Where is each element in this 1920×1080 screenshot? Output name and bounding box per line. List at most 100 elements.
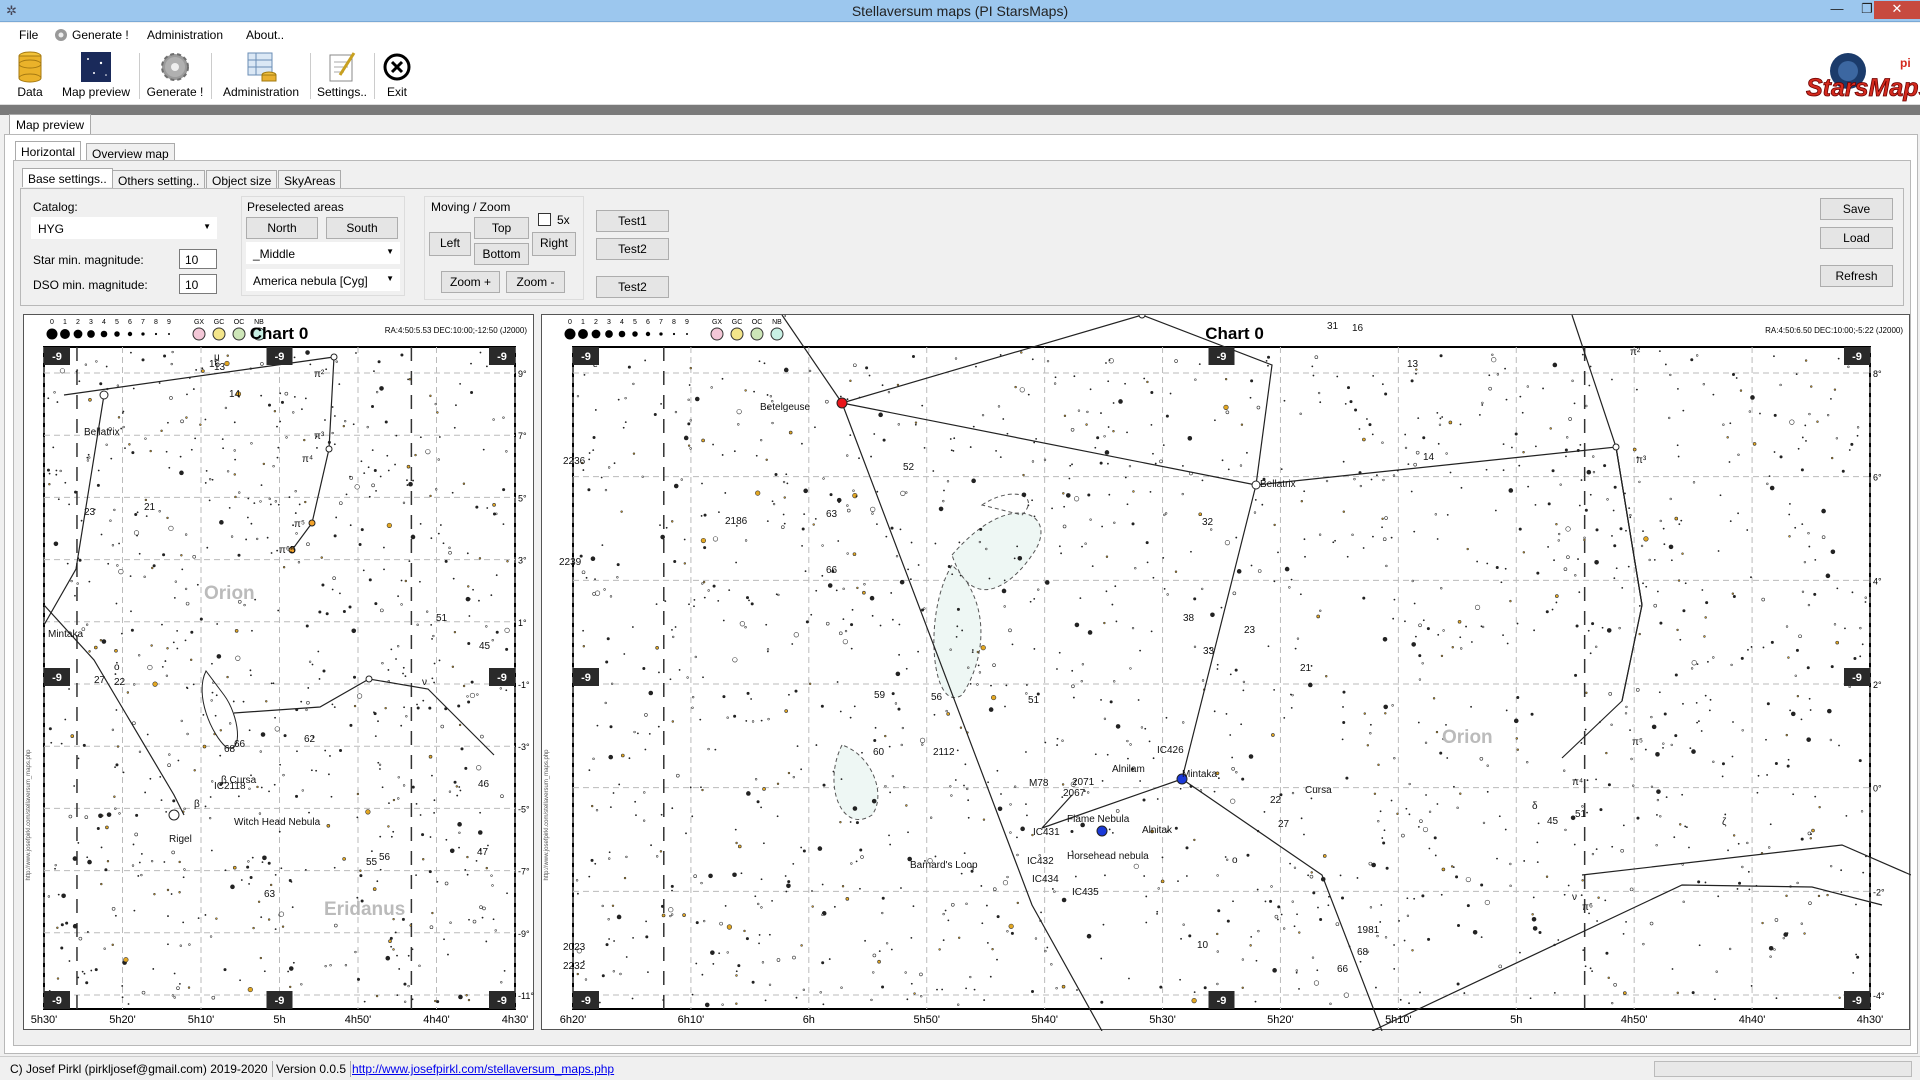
tab-horizontal[interactable]: Horizontal <box>15 141 82 160</box>
star-mark <box>1518 527 1522 531</box>
exit-button[interactable]: Exit <box>380 49 414 103</box>
star-mark <box>1017 555 1023 561</box>
star-mark <box>339 592 341 595</box>
minimize-button[interactable]: — <box>1822 1 1852 19</box>
star-mark <box>949 648 952 651</box>
generate-button[interactable]: Generate ! <box>145 49 205 103</box>
star-mark <box>1584 508 1588 512</box>
star-mag-input[interactable]: 10 <box>179 249 217 269</box>
star-mark <box>1504 367 1506 370</box>
object-label: Bellatrix <box>84 427 120 438</box>
star-mark <box>431 774 433 777</box>
star-mark <box>115 709 118 711</box>
star-mark <box>905 804 908 807</box>
star-mark <box>900 743 903 747</box>
star-mark <box>1407 463 1410 465</box>
zoom-out-button[interactable]: Zoom - <box>506 271 565 293</box>
star-mark <box>594 862 597 865</box>
5x-checkbox[interactable] <box>538 213 551 226</box>
star-mark <box>224 869 227 872</box>
data-button[interactable]: Data <box>10 49 50 103</box>
area-select[interactable]: _Middle ▼ <box>246 242 400 264</box>
test1-button[interactable]: Test1 <box>596 210 669 232</box>
star-mark <box>377 360 381 364</box>
south-button[interactable]: South <box>326 217 398 239</box>
star-mark <box>661 913 666 918</box>
star-mark <box>1291 900 1294 903</box>
test2-button[interactable]: Test2 <box>596 238 669 260</box>
bottom-button[interactable]: Bottom <box>474 243 529 265</box>
star-mark <box>1224 856 1227 858</box>
star-mark <box>1610 723 1613 727</box>
star-mark <box>321 583 325 587</box>
chart-small[interactable]: 5h30' 5h20' 5h10' 5h 4h50' 4h40' 4h30' 9° 7° 5° 3°… <box>23 314 534 1030</box>
star-mark <box>1731 755 1734 758</box>
star-mark <box>180 554 183 557</box>
test2-button-second[interactable]: Test2 <box>596 276 669 298</box>
object-label: 5 <box>290 545 296 556</box>
map-preview-button[interactable]: Map preview <box>58 49 134 103</box>
refresh-button[interactable]: Refresh <box>1820 265 1893 287</box>
left-button[interactable]: Left <box>429 232 471 256</box>
star-mark <box>1481 401 1484 405</box>
tab-others-setting[interactable]: Others setting.. <box>112 170 206 189</box>
star-mark <box>863 583 866 586</box>
star-mark <box>959 726 963 729</box>
star-mark <box>655 855 659 858</box>
object-select[interactable]: America nebula [Cyg] ▼ <box>246 269 400 291</box>
star-mark <box>842 639 848 645</box>
object-label: β <box>194 799 200 810</box>
bright-star <box>330 353 338 361</box>
star-mark <box>1188 934 1192 938</box>
administration-button[interactable]: Administration <box>218 49 304 103</box>
catalog-label: Catalog: <box>33 200 78 214</box>
close-button[interactable]: ✕ <box>1874 1 1920 19</box>
star-mark <box>77 976 80 979</box>
star-mark <box>776 958 781 962</box>
star-mark <box>86 456 89 459</box>
dso-mag-input[interactable]: 10 <box>179 274 217 294</box>
star-mark <box>1368 423 1372 427</box>
chevron-down-icon: ▼ <box>203 222 211 231</box>
chart-small-canvas[interactable]: 5h30' 5h20' 5h10' 5h 4h50' 4h40' 4h30'9°7°5°3°… <box>24 315 535 1031</box>
right-button[interactable]: Right <box>532 232 576 256</box>
tab-object-size[interactable]: Object size <box>206 170 278 189</box>
north-button[interactable]: North <box>246 217 318 239</box>
star-mark <box>1144 727 1147 730</box>
star-mark <box>1567 884 1570 887</box>
star-mark <box>59 469 62 473</box>
object-label: Alnitak <box>1142 825 1173 836</box>
star-mark <box>370 850 373 853</box>
star-mark <box>1384 392 1388 396</box>
star-mark <box>273 410 277 413</box>
chart-large-canvas[interactable]: 6h20' 6h10' 6h 5h50' 5h40' 5h30' 5h20' 5h10' 5h 4… <box>542 307 1912 1032</box>
tab-map-preview[interactable]: Map preview <box>9 114 92 134</box>
star-mark <box>588 769 591 772</box>
tab-base-settings[interactable]: Base settings.. <box>22 168 113 187</box>
star-mark <box>1584 965 1587 968</box>
settings-button[interactable]: Settings.. <box>316 49 368 103</box>
star-mark <box>505 689 508 692</box>
status-url-link[interactable]: http://www.josefpirkl.com/stellaversum_m… <box>348 1061 618 1077</box>
star-mark <box>934 542 937 545</box>
star-mark <box>269 503 272 506</box>
star-mark <box>279 763 281 766</box>
tab-sky-areas[interactable]: SkyAreas <box>278 170 342 189</box>
menu-file[interactable]: File <box>19 28 38 42</box>
menu-administration[interactable]: Administration <box>147 28 223 42</box>
save-button[interactable]: Save <box>1820 198 1893 220</box>
mag-scale-dot <box>645 331 651 337</box>
catalog-select[interactable]: HYG ▼ <box>31 217 217 239</box>
top-button[interactable]: Top <box>474 217 529 239</box>
star-mark <box>1309 874 1314 879</box>
star-mark <box>1235 536 1238 539</box>
load-button[interactable]: Load <box>1820 227 1893 249</box>
zoom-in-button[interactable]: Zoom + <box>441 271 500 293</box>
menu-about[interactable]: About.. <box>246 28 284 42</box>
chart-large[interactable]: 6h20' 6h10' 6h 5h50' 5h40' 5h30' 5h20' 5h10' 5h 4… <box>541 307 1912 1032</box>
menu-generate[interactable]: Generate ! <box>72 28 129 42</box>
star-mark <box>237 553 241 557</box>
vertical-url: http://www.josefpirkl.com/stellaversum_m… <box>26 749 32 881</box>
star-mark <box>212 681 215 684</box>
star-mark <box>1217 909 1221 913</box>
